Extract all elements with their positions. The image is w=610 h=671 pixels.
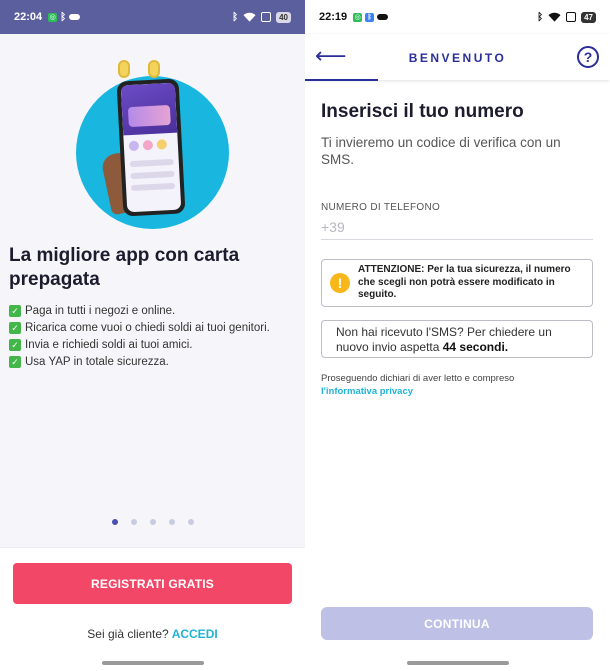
wifi-icon [243, 12, 256, 22]
page-dot[interactable] [111, 519, 118, 525]
phone-mockup [116, 78, 186, 217]
login-prompt: Sei già cliente? ACCEDI [87, 627, 218, 641]
status-bar: 22:19 ◎ ᛒ ᛒ 47 [305, 0, 610, 34]
help-icon[interactable]: ? [577, 46, 599, 68]
cloud-icon [377, 14, 389, 20]
coin-icon [118, 60, 130, 78]
privacy-notice: Proseguendo dichiari di aver letto e com… [321, 373, 515, 397]
page-dot[interactable] [168, 519, 175, 525]
app-bar: ⟵ BENVENUTO ? [305, 34, 610, 81]
bluetooth-icon: ᛒ [60, 11, 67, 23]
warning-icon: ! [330, 273, 350, 293]
register-button[interactable]: REGISTRATI GRATIS [13, 563, 292, 604]
phone-number-input[interactable] [321, 214, 593, 240]
home-indicator[interactable] [406, 661, 509, 665]
phone-field-label: NUMERO DI TELEFONO [321, 202, 441, 213]
page-heading: Inserisci il tuo numero [321, 101, 524, 122]
phone-number-screen: 22:19 ◎ ᛒ ᛒ 47 ⟵ BENVENUTO ? Inserisci i… [305, 0, 610, 671]
checkmark-icon: ✓ [9, 322, 21, 334]
coin-icon [148, 60, 160, 78]
checkmark-icon: ✓ [9, 339, 21, 351]
warning-box: ! ATTENZIONE: Per la tua sicurezza, il n… [321, 259, 593, 307]
nfc-icon [261, 12, 272, 22]
status-bar: 22:04 ◎ ᛒ ᛒ 40 [0, 0, 305, 34]
checkmark-icon: ✓ [9, 356, 21, 368]
sms-resend-box: Non hai ricevuto l'SMS? Per chiedere un … [321, 320, 593, 358]
list-item: ✓ Paga in tutti i negozi e online. [9, 303, 299, 320]
nfc-icon [566, 12, 577, 22]
page-dot[interactable] [187, 519, 194, 525]
warning-text: ATTENZIONE: Per la tua sicurezza, il num… [358, 264, 571, 301]
progress-indicator [305, 79, 378, 81]
status-time: 22:04 [14, 11, 43, 23]
list-item: ✓ Usa YAP in totale sicurezza. [9, 354, 299, 371]
page-title: La migliore app con carta prepagata [9, 245, 240, 290]
bluetooth-notification-icon: ᛒ [365, 12, 375, 22]
home-indicator[interactable] [101, 661, 204, 665]
list-item: ✓ Invia e richiedi soldi ai tuoi amici. [9, 337, 299, 354]
whatsapp-icon: ◎ [48, 12, 58, 22]
bluetooth-icon: ᛒ [232, 11, 239, 23]
bottom-actions: REGISTRATI GRATIS Sei già cliente? ACCEDI [0, 547, 305, 671]
page-indicator [0, 519, 305, 525]
checkmark-icon: ✓ [9, 305, 21, 317]
feature-list: ✓ Paga in tutti i negozi e online. ✓ Ricar… [9, 303, 299, 371]
cloud-icon [69, 14, 81, 20]
page-subtitle: Ti invieremo un codice di verifica con u… [321, 135, 561, 167]
battery-indicator: 47 [581, 11, 596, 23]
privacy-link[interactable]: l'informativa privacy [321, 386, 413, 397]
page-dot[interactable] [149, 519, 156, 525]
battery-indicator: 40 [276, 11, 291, 23]
wifi-icon [548, 12, 561, 22]
app-bar-title: BENVENUTO [408, 51, 507, 65]
login-link[interactable]: ACCEDI [172, 627, 218, 641]
onboarding-screen: 22:04 ◎ ᛒ ᛒ 40 La migliore app con carta… [0, 0, 305, 671]
page-dot[interactable] [130, 519, 137, 525]
sms-countdown: 44 secondi. [442, 340, 509, 354]
status-time: 22:19 [319, 11, 348, 23]
list-item: ✓ Ricarica come vuoi o chiedi soldi ai tu… [9, 320, 299, 337]
whatsapp-icon: ◎ [353, 12, 363, 22]
hero-illustration [76, 58, 231, 230]
bluetooth-icon: ᛒ [537, 11, 544, 23]
continue-button[interactable]: CONTINUA [321, 607, 593, 640]
